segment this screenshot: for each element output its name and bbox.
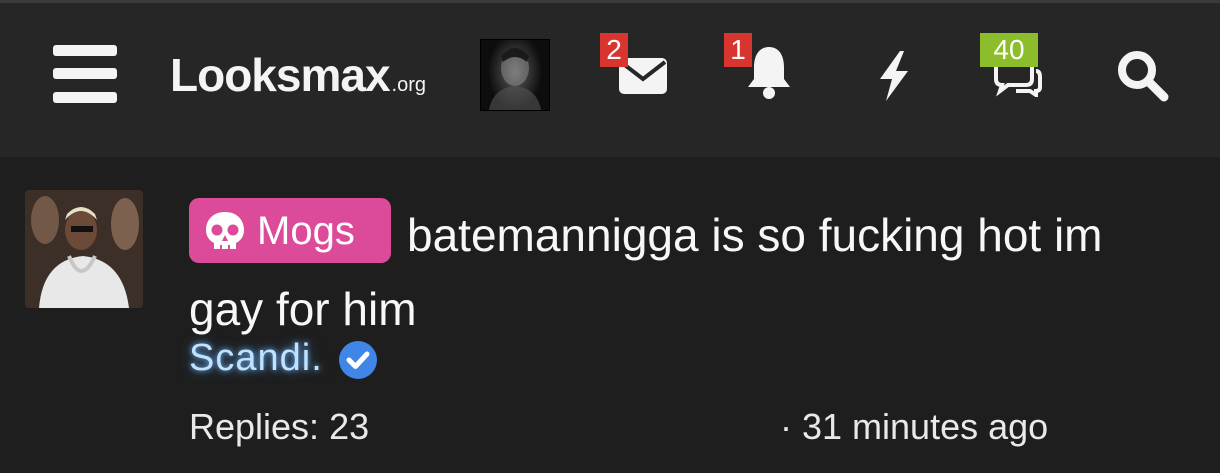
- avatar-photo: [25, 190, 143, 308]
- user-avatar[interactable]: [480, 39, 550, 111]
- thread-time[interactable]: · 31 minutes ago: [780, 406, 1048, 448]
- whats-new-button[interactable]: [874, 51, 914, 101]
- new-posts-badge: 40: [980, 33, 1038, 67]
- new-posts-button[interactable]: 40: [980, 33, 1050, 97]
- avatar-portrait: [489, 48, 541, 110]
- prefix-label: Mogs: [257, 208, 355, 253]
- conversations-badge: 2: [600, 33, 628, 67]
- alerts-badge: 1: [724, 33, 752, 67]
- replies-count: Replies: 23: [189, 406, 370, 447]
- logo-text: Looksmax: [170, 49, 391, 101]
- search-icon: [1118, 51, 1169, 102]
- conversations-button[interactable]: 2: [600, 33, 670, 97]
- thread-author-avatar[interactable]: [25, 190, 143, 308]
- lightning-icon: [880, 51, 908, 101]
- alerts-button[interactable]: 1: [724, 33, 794, 101]
- thread-prefix[interactable]: Mogs: [189, 198, 391, 263]
- search-button[interactable]: [1116, 49, 1170, 103]
- site-logo[interactable]: Looksmax .org: [170, 47, 426, 103]
- navbar: Looksmax .org 2 1 40: [0, 3, 1220, 157]
- logo-tld: .org: [391, 74, 426, 96]
- bell-icon: [748, 47, 790, 99]
- skull-icon: [206, 211, 244, 249]
- menu-icon[interactable]: [53, 45, 117, 103]
- verified-icon: [339, 341, 377, 379]
- author-username[interactable]: Scandi.: [189, 337, 323, 380]
